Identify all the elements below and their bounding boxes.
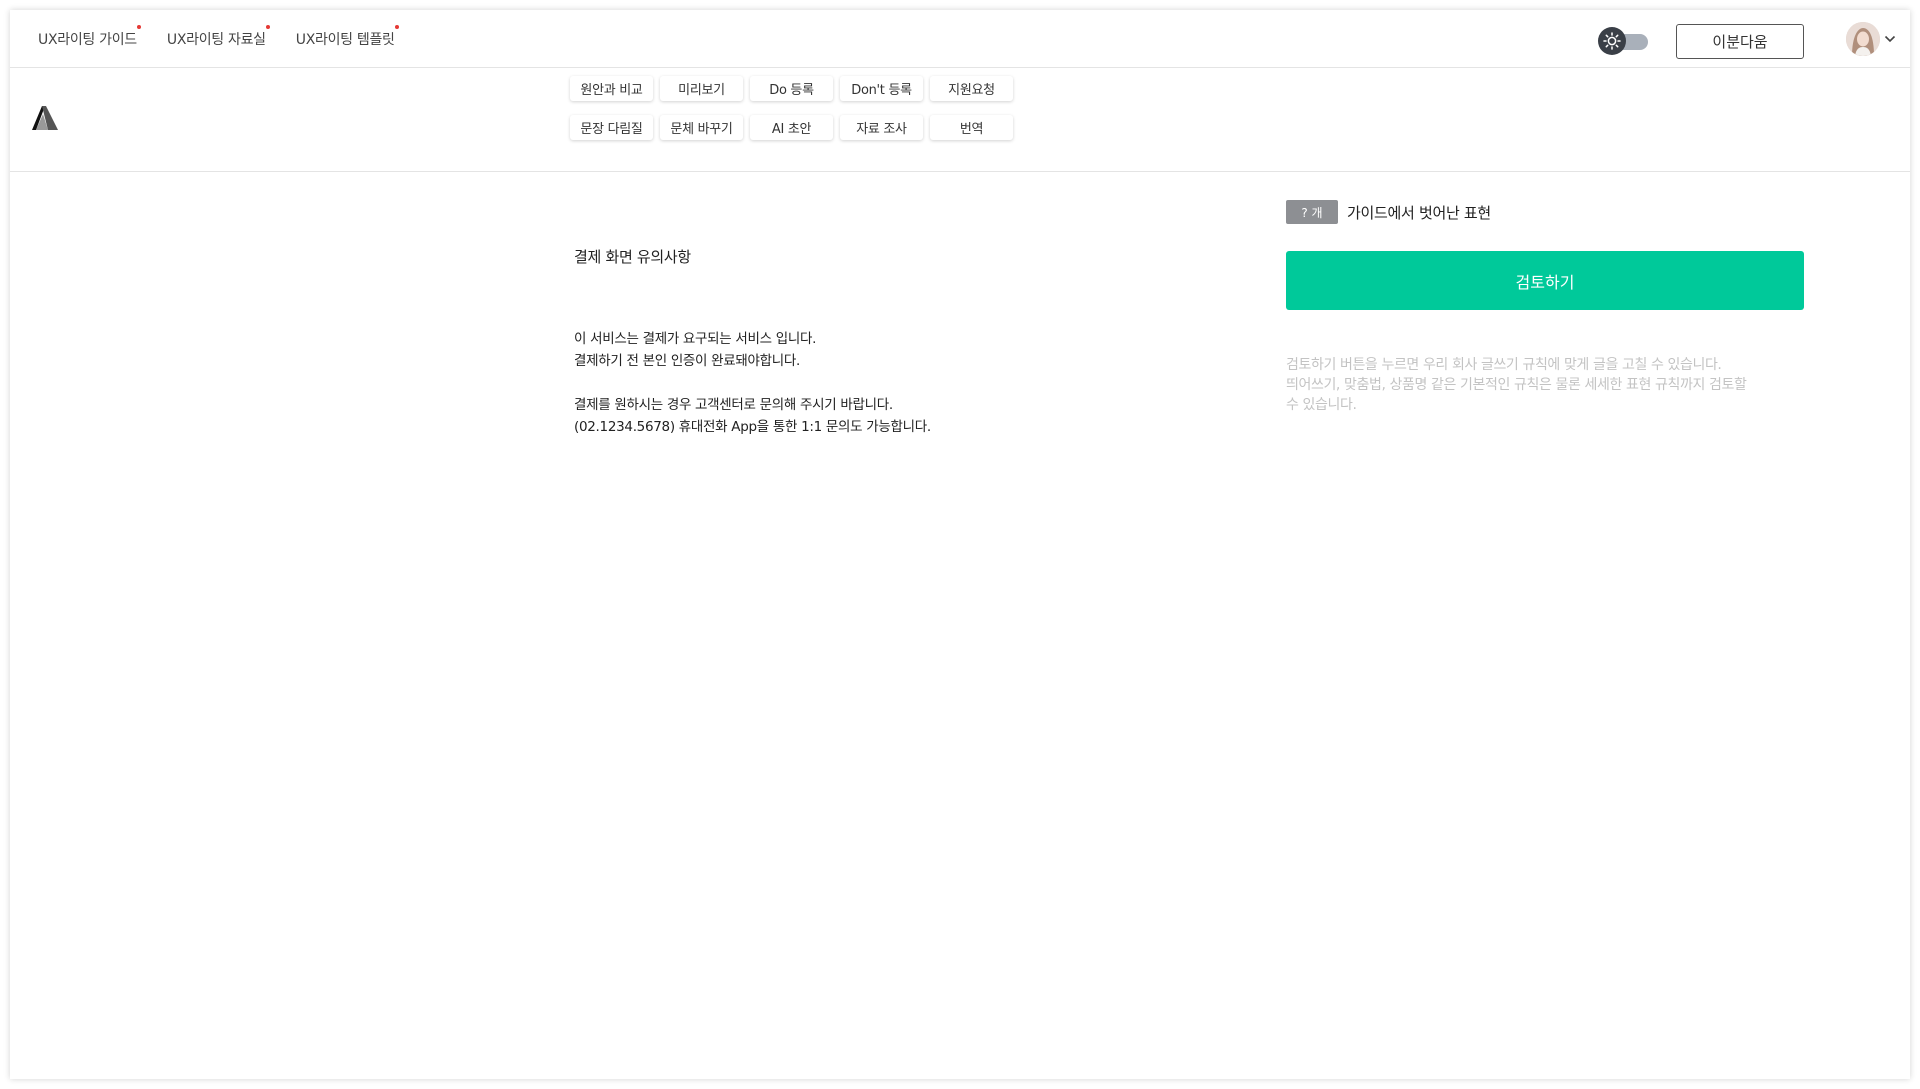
profile-menu[interactable] <box>1846 21 1896 57</box>
document-line: 결제를 원하시는 경우 고객센터로 문의해 주시기 바랍니다. <box>574 397 893 413</box>
review-button[interactable]: 검토하기 <box>1286 251 1804 310</box>
document-line: 이 서비스는 결제가 요구되는 서비스 입니다. <box>574 331 817 347</box>
tool-button-grid: 원안과 비교 미리보기 Do 등록 Don't 등록 지원요청 문장 다림질 문… <box>570 76 1013 140</box>
issue-count-badge: ? 개 <box>1286 200 1338 224</box>
new-dot-badge <box>136 25 141 29</box>
dont-register-button[interactable]: Don't 등록 <box>840 76 923 101</box>
research-button[interactable]: 자료 조사 <box>840 115 923 140</box>
hint-line: 수 있습니다. <box>1286 397 1357 413</box>
compare-original-button[interactable]: 원안과 비교 <box>570 76 653 101</box>
tool-bar: 원안과 비교 미리보기 Do 등록 Don't 등록 지원요청 문장 다림질 문… <box>10 68 1910 172</box>
review-hint-text: 검토하기 버튼을 누르면 우리 회사 글쓰기 규칙에 맞게 글을 고칠 수 있습… <box>1286 355 1804 415</box>
app-window: UX라이팅 가이드 UX라이팅 자료실 UX라이팅 템플릿 이분다움 원안과 비… <box>10 10 1910 1079</box>
preview-button[interactable]: 미리보기 <box>660 76 743 101</box>
nav-label: UX라이팅 템플릿 <box>295 32 395 48</box>
issue-count-row: ? 개 가이드에서 벗어난 표현 <box>1286 200 1804 224</box>
issue-count-label: 가이드에서 벗어난 표현 <box>1347 203 1491 222</box>
document-line: 결제하기 전 본인 인증이 완료돼야합니다. <box>574 353 800 369</box>
ai-draft-button[interactable]: AI 초안 <box>750 115 833 140</box>
review-panel: ? 개 가이드에서 벗어난 표현 검토하기 검토하기 버튼을 누르면 우리 회사… <box>1286 200 1804 413</box>
document-blank-line <box>574 372 1014 394</box>
hint-line: 검토하기 버튼을 누르면 우리 회사 글쓰기 규칙에 맞게 글을 고칠 수 있습… <box>1286 357 1722 373</box>
sentence-polish-button[interactable]: 문장 다림질 <box>570 115 653 140</box>
support-request-button[interactable]: 지원요청 <box>930 76 1013 101</box>
top-nav: UX라이팅 가이드 UX라이팅 자료실 UX라이팅 템플릿 <box>38 10 425 68</box>
nav-ux-writing-library[interactable]: UX라이팅 자료실 <box>166 25 270 49</box>
nav-ux-writing-guide[interactable]: UX라이팅 가이드 <box>38 25 141 49</box>
do-register-button[interactable]: Do 등록 <box>750 76 833 101</box>
avatar <box>1846 22 1880 56</box>
translate-button[interactable]: 번역 <box>930 115 1013 140</box>
theme-toggle[interactable] <box>1598 27 1650 55</box>
document-editor[interactable]: 결제 화면 유의사항 이 서비스는 결제가 요구되는 서비스 입니다. 결제하기… <box>574 246 1014 435</box>
new-dot-badge <box>265 25 270 29</box>
hint-line: 띄어쓰기, 맞춤법, 상품명 같은 기본적인 규칙은 물론 세세한 표현 규칙까… <box>1286 377 1747 393</box>
document-line: (02.1234.5678) 휴대전화 App을 통한 1:1 문의도 가능합니… <box>574 419 931 435</box>
nav-label: UX라이팅 가이드 <box>38 32 137 48</box>
top-bar: UX라이팅 가이드 UX라이팅 자료실 UX라이팅 템플릿 이분다움 <box>10 10 1910 68</box>
chevron-down-icon <box>1884 35 1896 43</box>
document-body[interactable]: 이 서비스는 결제가 요구되는 서비스 입니다. 결제하기 전 본인 인증이 완… <box>574 328 1014 438</box>
nav-ux-writing-template[interactable]: UX라이팅 템플릿 <box>295 25 399 49</box>
document-title[interactable]: 결제 화면 유의사항 <box>574 246 1014 267</box>
user-name-button[interactable]: 이분다움 <box>1676 24 1804 59</box>
new-dot-badge <box>394 25 399 29</box>
nav-label: UX라이팅 자료실 <box>166 32 266 48</box>
app-logo-icon[interactable] <box>30 104 60 136</box>
sun-icon <box>1598 27 1626 55</box>
change-style-button[interactable]: 문체 바꾸기 <box>660 115 743 140</box>
